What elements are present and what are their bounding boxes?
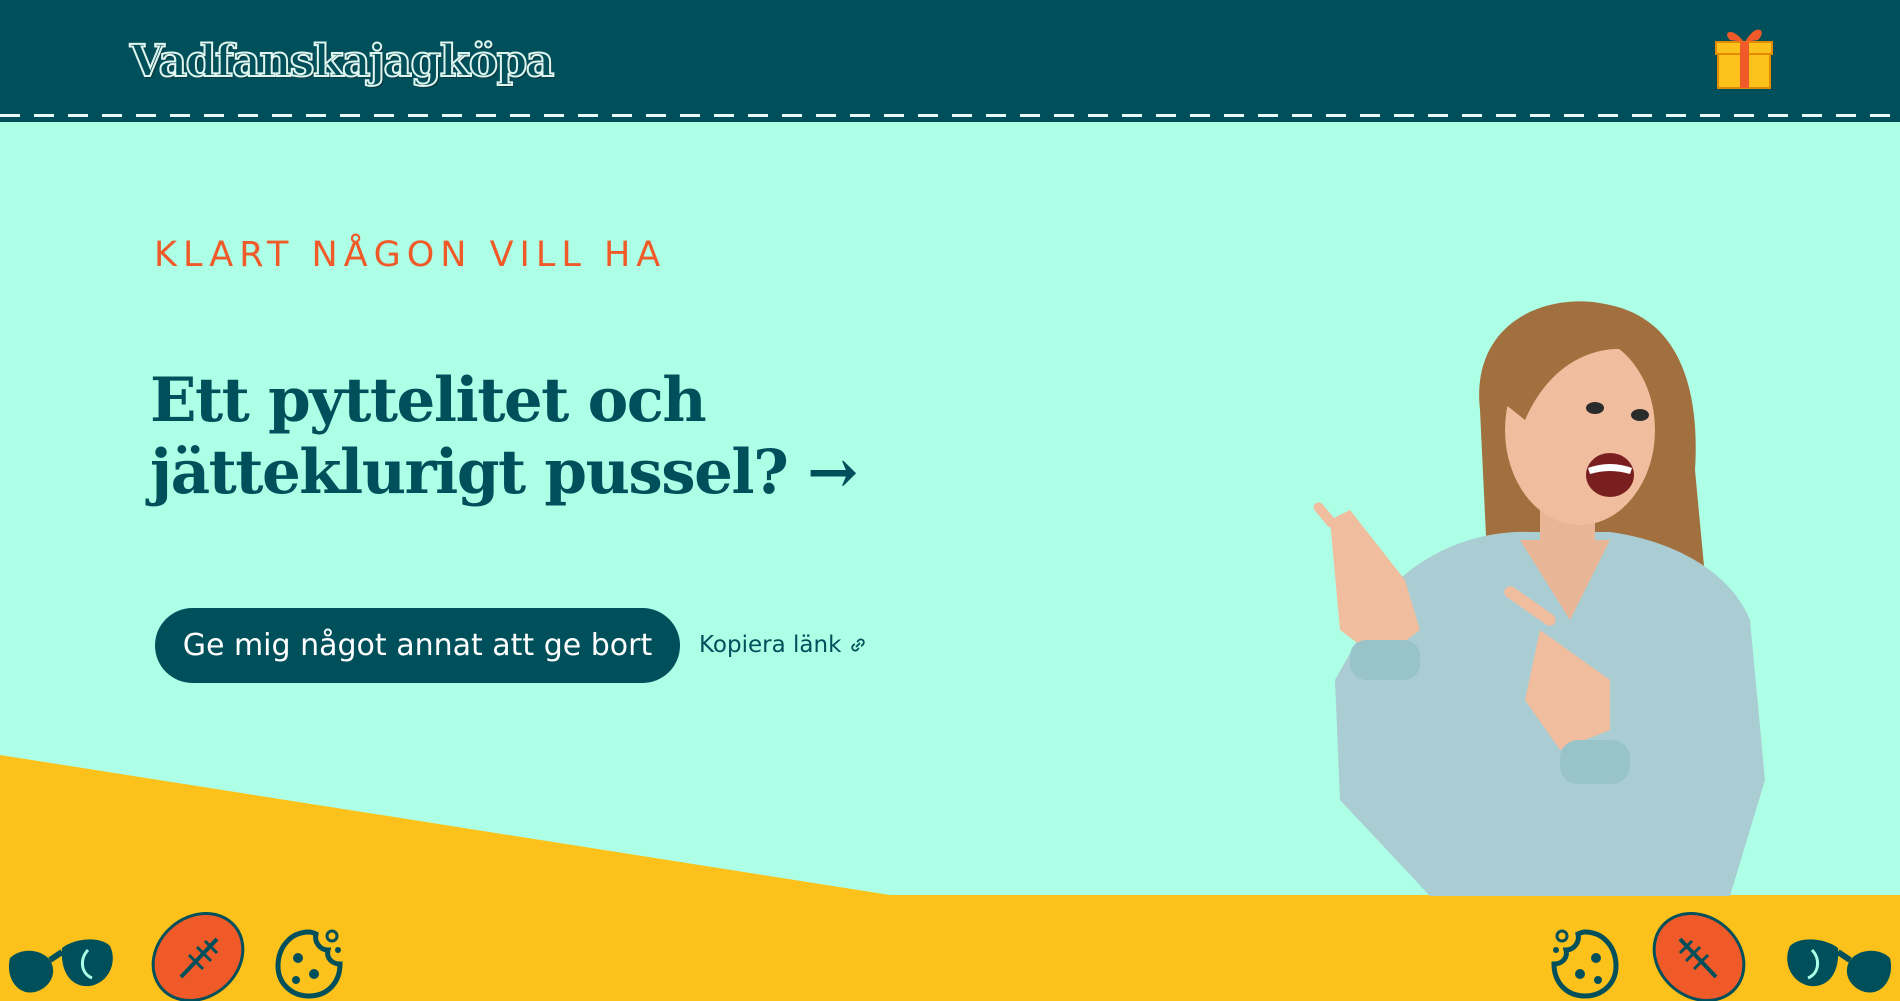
- football-icon: [1652, 912, 1746, 1001]
- copy-link-button[interactable]: Kopiera länk: [699, 632, 867, 658]
- give-something-else-button[interactable]: Ge mig något annat att ge bort: [155, 608, 680, 683]
- sunglasses-icon: [8, 939, 113, 993]
- site-logo[interactable]: Vadfanskajagköpa: [129, 35, 555, 88]
- site-header: Vadfanskajagköpa: [0, 0, 1900, 122]
- link-icon: [851, 638, 866, 652]
- cookie-icon: [1551, 929, 1619, 999]
- cookie-icon: [275, 929, 343, 999]
- hero-headline[interactable]: Ett pyttelitet och jätteklurigt pussel? …: [150, 365, 910, 509]
- hero-eyebrow: KLART NÅGON VILL HA: [154, 235, 667, 275]
- football-icon: [151, 912, 245, 1001]
- header-dashed-divider: [0, 114, 1900, 117]
- copy-link-label: Kopiera länk: [699, 632, 842, 658]
- headline-line-1: Ett pyttelitet och: [150, 365, 707, 436]
- sunglasses-icon: [1787, 939, 1892, 993]
- gift-icon[interactable]: [1712, 20, 1776, 90]
- excited-woman-image: [1313, 301, 1765, 896]
- headline-line-2: jätteklurigt pussel? →: [150, 437, 858, 508]
